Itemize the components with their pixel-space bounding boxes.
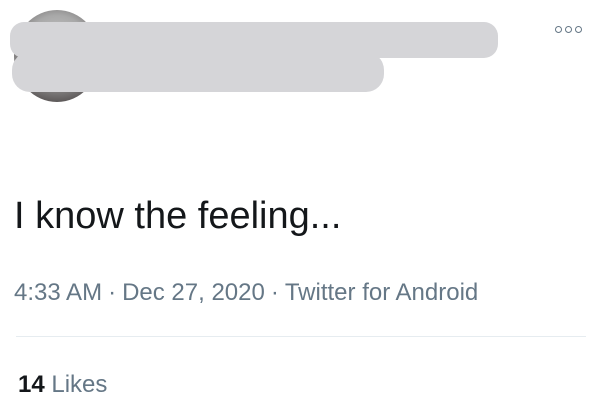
tweet-metadata: 4:33 AM · Dec 27, 2020 · Twitter for Android [14, 277, 478, 309]
likes-label: Likes [51, 371, 108, 398]
tweet-date[interactable]: Dec 27, 2020 [122, 279, 265, 306]
tweet-text: I know the feeling... [14, 195, 342, 237]
divider [16, 336, 586, 337]
more-options-icon[interactable] [555, 26, 582, 33]
separator: · [270, 279, 279, 306]
dot [565, 26, 572, 33]
tweet-time[interactable]: 4:33 AM [14, 279, 102, 306]
redacted-username [12, 52, 384, 92]
separator: · [108, 279, 117, 306]
tweet-source-link[interactable]: Twitter for Android [285, 279, 478, 306]
dot [555, 26, 562, 33]
likes-link[interactable]: 14 Likes [18, 369, 107, 401]
dot [575, 26, 582, 33]
likes-count: 14 [18, 371, 45, 398]
